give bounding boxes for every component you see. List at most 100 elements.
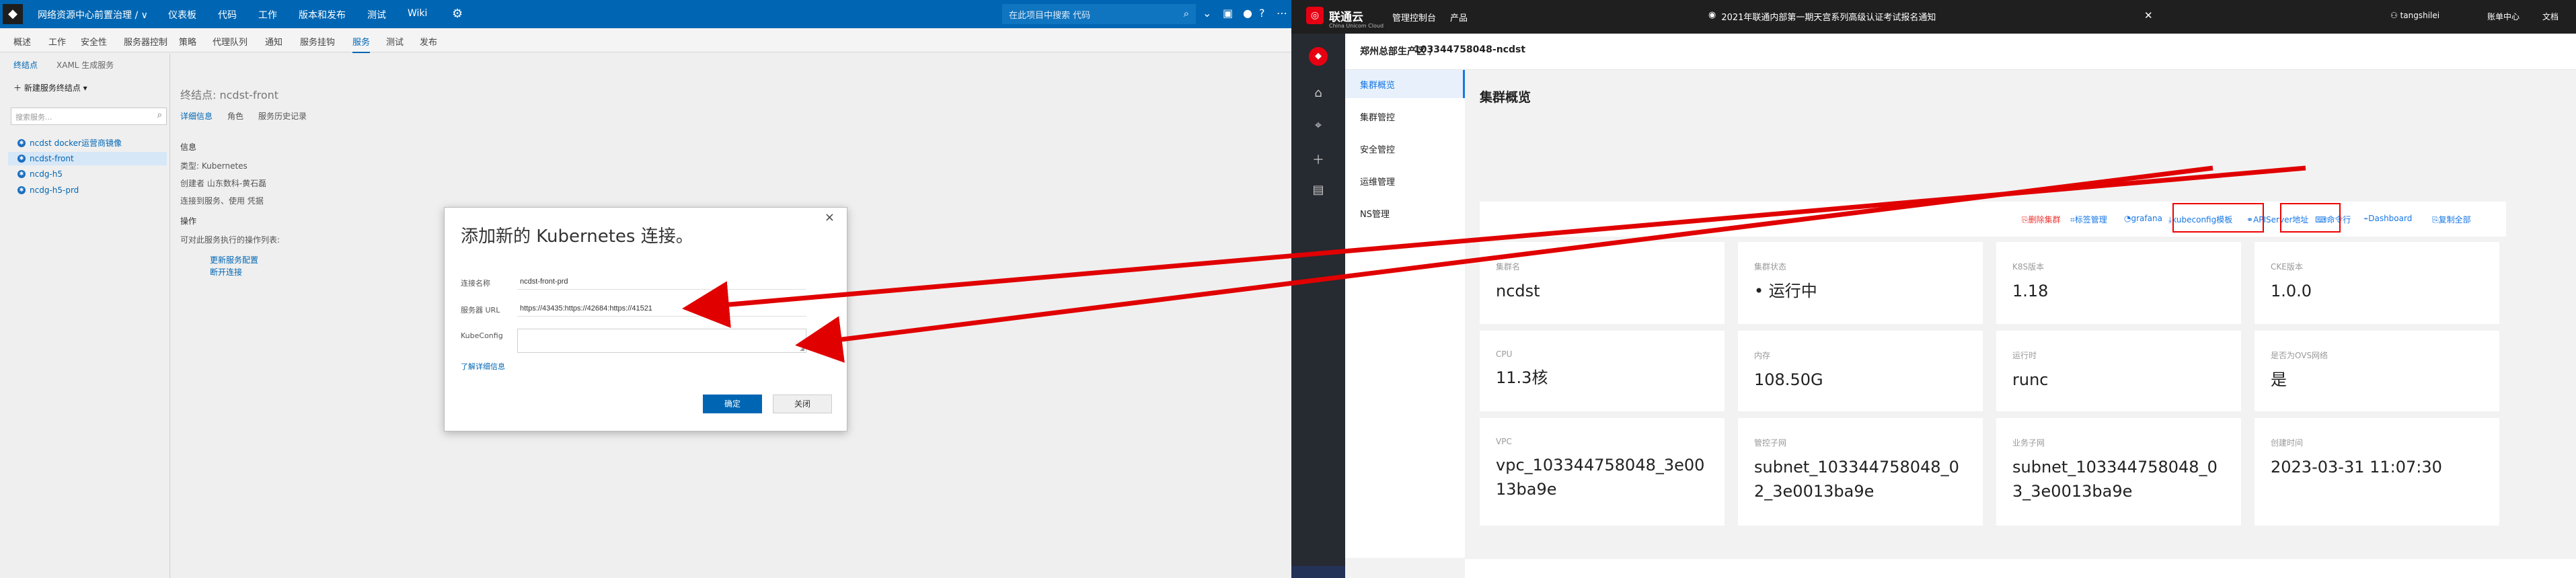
menu-ns-management[interactable]: NS管理 [1345, 199, 1465, 227]
plus-icon[interactable]: ＋ [1310, 151, 1326, 168]
connection-name-input[interactable] [517, 274, 806, 290]
avatar-icon[interactable]: ● [1243, 7, 1252, 19]
dashboard-button[interactable]: ⌁Dashboard [2363, 214, 2412, 223]
tab-details[interactable]: 详细信息 [180, 110, 213, 122]
actions-heading: 操作 [180, 216, 197, 226]
main-content: 集群概览 ⎘删除集群 ⌗标签管理 ◔grafana ⤓kubeconfig模板 … [1465, 70, 2576, 558]
endpoint-item[interactable]: ✱ ncdg-h5 [17, 169, 63, 179]
detail-tabs: 详细信息 角色 服务历史记录 [180, 110, 307, 122]
endpoint-item-selected[interactable]: ✱ ncdst-front [8, 152, 167, 165]
breadcrumb-endpoints[interactable]: 终结点 [13, 59, 38, 71]
user-name: tangshilei [2400, 11, 2440, 20]
disconnect-link[interactable]: 断开连接 [210, 266, 242, 278]
learn-more-link[interactable]: 了解详细信息 [461, 361, 505, 372]
resize-handle-icon[interactable]: ◢ [800, 345, 804, 352]
card-key: 集群状态 [1754, 262, 1787, 272]
user-icon: ⚇ [2390, 11, 2400, 20]
card-value: 1.0.0 [2271, 282, 2312, 300]
tab-service-hooks[interactable]: 服务挂钩 [300, 35, 335, 48]
dialog-title: 添加新的 Kubernetes 连接。 [461, 226, 693, 247]
pane-divider[interactable] [169, 54, 170, 578]
tab-test[interactable]: 测试 [386, 35, 404, 48]
gauge-icon: ◔ [2124, 214, 2131, 223]
close-icon[interactable]: ✕ [2144, 9, 2153, 22]
endpoint-connection: 连接到服务、使用 凭据 [180, 196, 264, 206]
server-url-label: 服务器 URL [461, 306, 500, 315]
ok-button[interactable]: 确定 [703, 395, 762, 413]
chevron-down-icon[interactable]: ⌄ [1203, 7, 1211, 19]
bag-icon[interactable]: ▣ [1223, 7, 1233, 19]
tab-agent-queue[interactable]: 代理队列 [213, 35, 248, 48]
search-placeholder: 在此项目中搜索 代码 [1009, 11, 1091, 21]
console-top-bar: ◎ 联通云 China Unicom Cloud 管理控制台 产品 ◉ 2021… [1291, 0, 2576, 34]
card-key: CKE版本 [2271, 262, 2303, 272]
card-value: • 运行中 [1754, 282, 1817, 300]
tab-work[interactable]: 工作 [48, 35, 66, 48]
breadcrumb-xaml[interactable]: XAML 生成服务 [56, 59, 114, 71]
nav-test[interactable]: 测试 [367, 8, 386, 22]
help-icon[interactable]: ? [1259, 7, 1265, 19]
tag-management-button[interactable]: ⌗标签管理 [2070, 214, 2107, 225]
endpoint-label: ncdst-front [30, 154, 74, 163]
close-button[interactable]: 关闭 [773, 395, 832, 413]
tab-roles[interactable]: 角色 [227, 110, 243, 122]
gear-icon[interactable]: ⚙ [452, 7, 463, 21]
tfs-logo-icon[interactable]: ◆ [3, 4, 23, 24]
document-icon[interactable]: ▤ [1310, 183, 1326, 197]
billing-link[interactable]: 账单中心 [2487, 11, 2520, 22]
console-link[interactable]: 管理控制台 [1392, 11, 1436, 24]
nav-code[interactable]: 代码 [218, 8, 237, 22]
products-link[interactable]: 产品 [1450, 11, 1468, 24]
grafana-button[interactable]: ◔grafana [2124, 214, 2162, 223]
notice-banner[interactable]: ◉ 2021年联通内部第一期天宫系列高级认证考试报名通知 [1708, 10, 1936, 23]
delete-cluster-button[interactable]: ⎘删除集群 [2022, 214, 2061, 225]
tfs-top-bar: ◆ 网络资源中心前置治理 / ∨ 仪表板 代码 工作 版本和发布 测试 Wiki… [0, 0, 1291, 28]
search-input[interactable]: 在此项目中搜索 代码 ⌕ [1002, 4, 1196, 24]
tab-services[interactable]: 服务 [352, 35, 371, 53]
location-icon[interactable]: ⌖ [1310, 118, 1326, 132]
page-title: 集群概览 [1480, 90, 1531, 105]
card-value: 108.50G [1754, 370, 1823, 389]
tab-overview[interactable]: 概述 [13, 35, 31, 48]
user-menu[interactable]: ⚇ tangshilei [2390, 11, 2439, 20]
cluster-menu: 集群概览 集群管控 安全管控 运维管理 NS管理 [1345, 70, 1465, 558]
menu-cluster-control[interactable]: 集群管控 [1345, 102, 1465, 130]
new-endpoint-button[interactable]: ＋ 新建服务终结点 ▾ [13, 82, 87, 93]
close-icon[interactable]: × [825, 210, 835, 224]
update-service-link[interactable]: 更新服务配置 [210, 254, 258, 265]
nav-work[interactable]: 工作 [258, 8, 277, 22]
endpoint-item[interactable]: ✱ ncdg-h5-prd [17, 185, 79, 195]
home-icon[interactable]: ⌂ [1310, 86, 1326, 100]
project-selector[interactable]: 网络资源中心前置治理 / ∨ [38, 8, 148, 22]
tab-notifications[interactable]: 通知 [265, 35, 282, 48]
nav-build-release[interactable]: 版本和发布 [299, 8, 346, 22]
side-rail: ◆ ⌂ ⌖ ＋ ▤ [1291, 34, 1345, 578]
card-key: 内存 [1754, 351, 1771, 360]
notice-icon: ◉ [1708, 10, 1716, 20]
kubeconfig-textarea[interactable]: ◢ [517, 329, 806, 353]
menu-cluster-overview[interactable]: 集群概览 [1345, 70, 1465, 98]
copy-all-button[interactable]: ⎘复制全部 [2432, 214, 2471, 225]
tab-security[interactable]: 安全性 [81, 35, 107, 48]
menu-security-control[interactable]: 安全管控 [1345, 134, 1465, 163]
unicom-logo-icon[interactable]: ◆ [1309, 47, 1328, 66]
more-icon[interactable]: ⋯ [1277, 7, 1287, 19]
search-icon[interactable]: ⌕ [1184, 7, 1189, 19]
docs-link[interactable]: 文档 [2542, 11, 2559, 22]
server-url-input[interactable] [517, 300, 806, 317]
tab-server-control[interactable]: 服务器控制 [124, 35, 167, 48]
tab-history[interactable]: 服务历史记录 [258, 110, 307, 122]
info-card: CPU 11.3核 [1480, 331, 1725, 411]
help-icon[interactable]: ? [821, 330, 831, 339]
tab-release[interactable]: 发布 [420, 35, 437, 48]
action-bar: ⎘删除集群 ⌗标签管理 ◔grafana ⤓kubeconfig模板 ⚭APIS… [1480, 202, 2506, 237]
nav-wiki[interactable]: Wiki [408, 8, 427, 22]
menu-ops-management[interactable]: 运维管理 [1345, 167, 1465, 195]
card-value: ncdst [1496, 282, 1540, 300]
endpoint-item[interactable]: ✱ ncdst docker运营商镜像 [17, 137, 122, 149]
filter-input[interactable]: 搜索服务... ⌕ [11, 108, 167, 125]
tab-policy[interactable]: 策略 [179, 35, 196, 48]
brand-logo[interactable]: ◎ 联通云 China Unicom Cloud [1306, 7, 1384, 29]
breadcrumb-region[interactable]: 郑州总部生产区 / [1360, 44, 1433, 58]
nav-dashboard[interactable]: 仪表板 [168, 8, 196, 22]
